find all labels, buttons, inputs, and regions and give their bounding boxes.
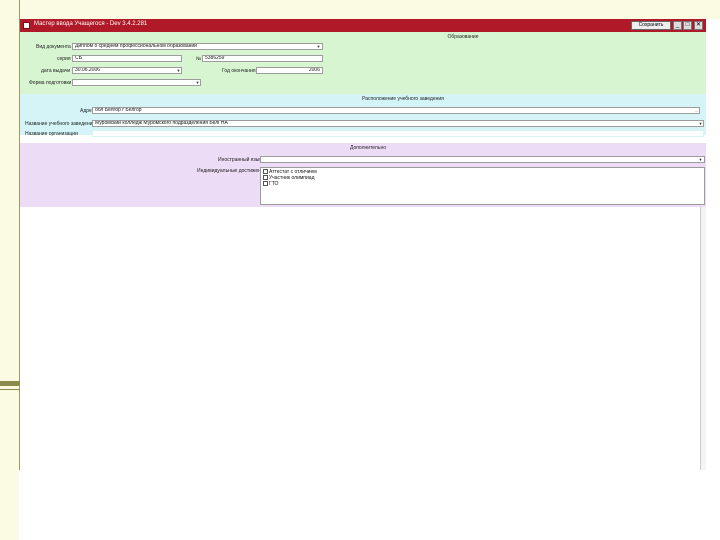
application-window: Мастер ввода Учащегося - Dev 3.4.2.281 С… (20, 19, 706, 470)
window-title: Мастер ввода Учащегося - Dev 3.4.2.281 (34, 21, 148, 27)
app-icon (23, 22, 30, 29)
prep-form-label: Форма подготовки (29, 80, 72, 86)
doc-type-select[interactable]: Диплом о среднем профессиональном образо… (72, 43, 323, 50)
save-button[interactable]: Сохранить (631, 21, 671, 30)
number-field[interactable]: 5386259 (202, 55, 323, 62)
institution-chevron-down-icon[interactable]: ▼ (698, 121, 703, 126)
achievement-option[interactable]: ГТО (263, 181, 278, 187)
education-section: Образование Вид документа Диплом о средн… (20, 32, 706, 94)
prep-form-select[interactable] (72, 79, 201, 86)
slide-left-band (0, 0, 19, 540)
achievements-list[interactable]: Аттестат с отличием Участник олимпиад ГТ… (260, 167, 705, 205)
achievement-label: ГТО (269, 181, 279, 187)
institution-select[interactable]: Муромский колледж Муромского подразделен… (92, 120, 704, 127)
doc-type-chevron-down-icon[interactable]: ▼ (316, 44, 321, 49)
institution-label: Название учебного заведения (25, 121, 96, 127)
issue-date-label: дата выдачи (41, 68, 71, 74)
slide-accent-line (0, 389, 20, 390)
foreign-lang-select[interactable] (260, 156, 705, 163)
address-field[interactable]: обл Белгор г Белгор (92, 107, 700, 114)
number-label: № (196, 56, 202, 62)
series-label: серия (57, 56, 71, 62)
checkbox-icon[interactable] (263, 169, 268, 175)
foreign-lang-chevron-down-icon[interactable]: ▼ (698, 157, 703, 162)
minimize-icon[interactable]: _ (673, 21, 682, 30)
title-bar: Мастер ввода Учащегося - Dev 3.4.2.281 С… (20, 19, 706, 32)
grad-year-field[interactable]: 2006 (256, 67, 323, 74)
issue-date-field[interactable]: 30.06.2006 (72, 67, 182, 74)
slide-top-band (19, 0, 720, 19)
issue-date-chevron-down-icon[interactable]: ▼ (176, 68, 181, 73)
location-heading: Расположение учебного заведения (362, 96, 444, 102)
doc-type-label: Вид документа (36, 44, 71, 50)
education-heading: Образование (447, 34, 479, 40)
grad-year-label: Год окончания (222, 68, 256, 74)
achievements-label: Индивидуальные достижения (197, 168, 267, 174)
window-scrollbar[interactable] (700, 207, 706, 470)
prep-form-chevron-down-icon[interactable]: ▼ (195, 80, 200, 85)
location-section: Расположение учебного заведения Адрес об… (20, 94, 706, 137)
checkbox-icon[interactable] (263, 175, 268, 181)
address-doc-label: Название организации (25, 131, 78, 137)
series-field[interactable]: СБ (72, 55, 182, 62)
maximize-icon[interactable]: □ (683, 21, 692, 30)
close-icon[interactable]: ✕ (694, 21, 703, 30)
additional-heading: Дополнительно (350, 145, 386, 151)
address-doc-field[interactable] (92, 130, 704, 137)
slide-accent-bar (0, 381, 20, 386)
checkbox-icon[interactable] (263, 181, 268, 187)
foreign-lang-label: Иностранный язык (218, 157, 262, 163)
address-chevron-down-icon[interactable]: … (694, 108, 699, 113)
